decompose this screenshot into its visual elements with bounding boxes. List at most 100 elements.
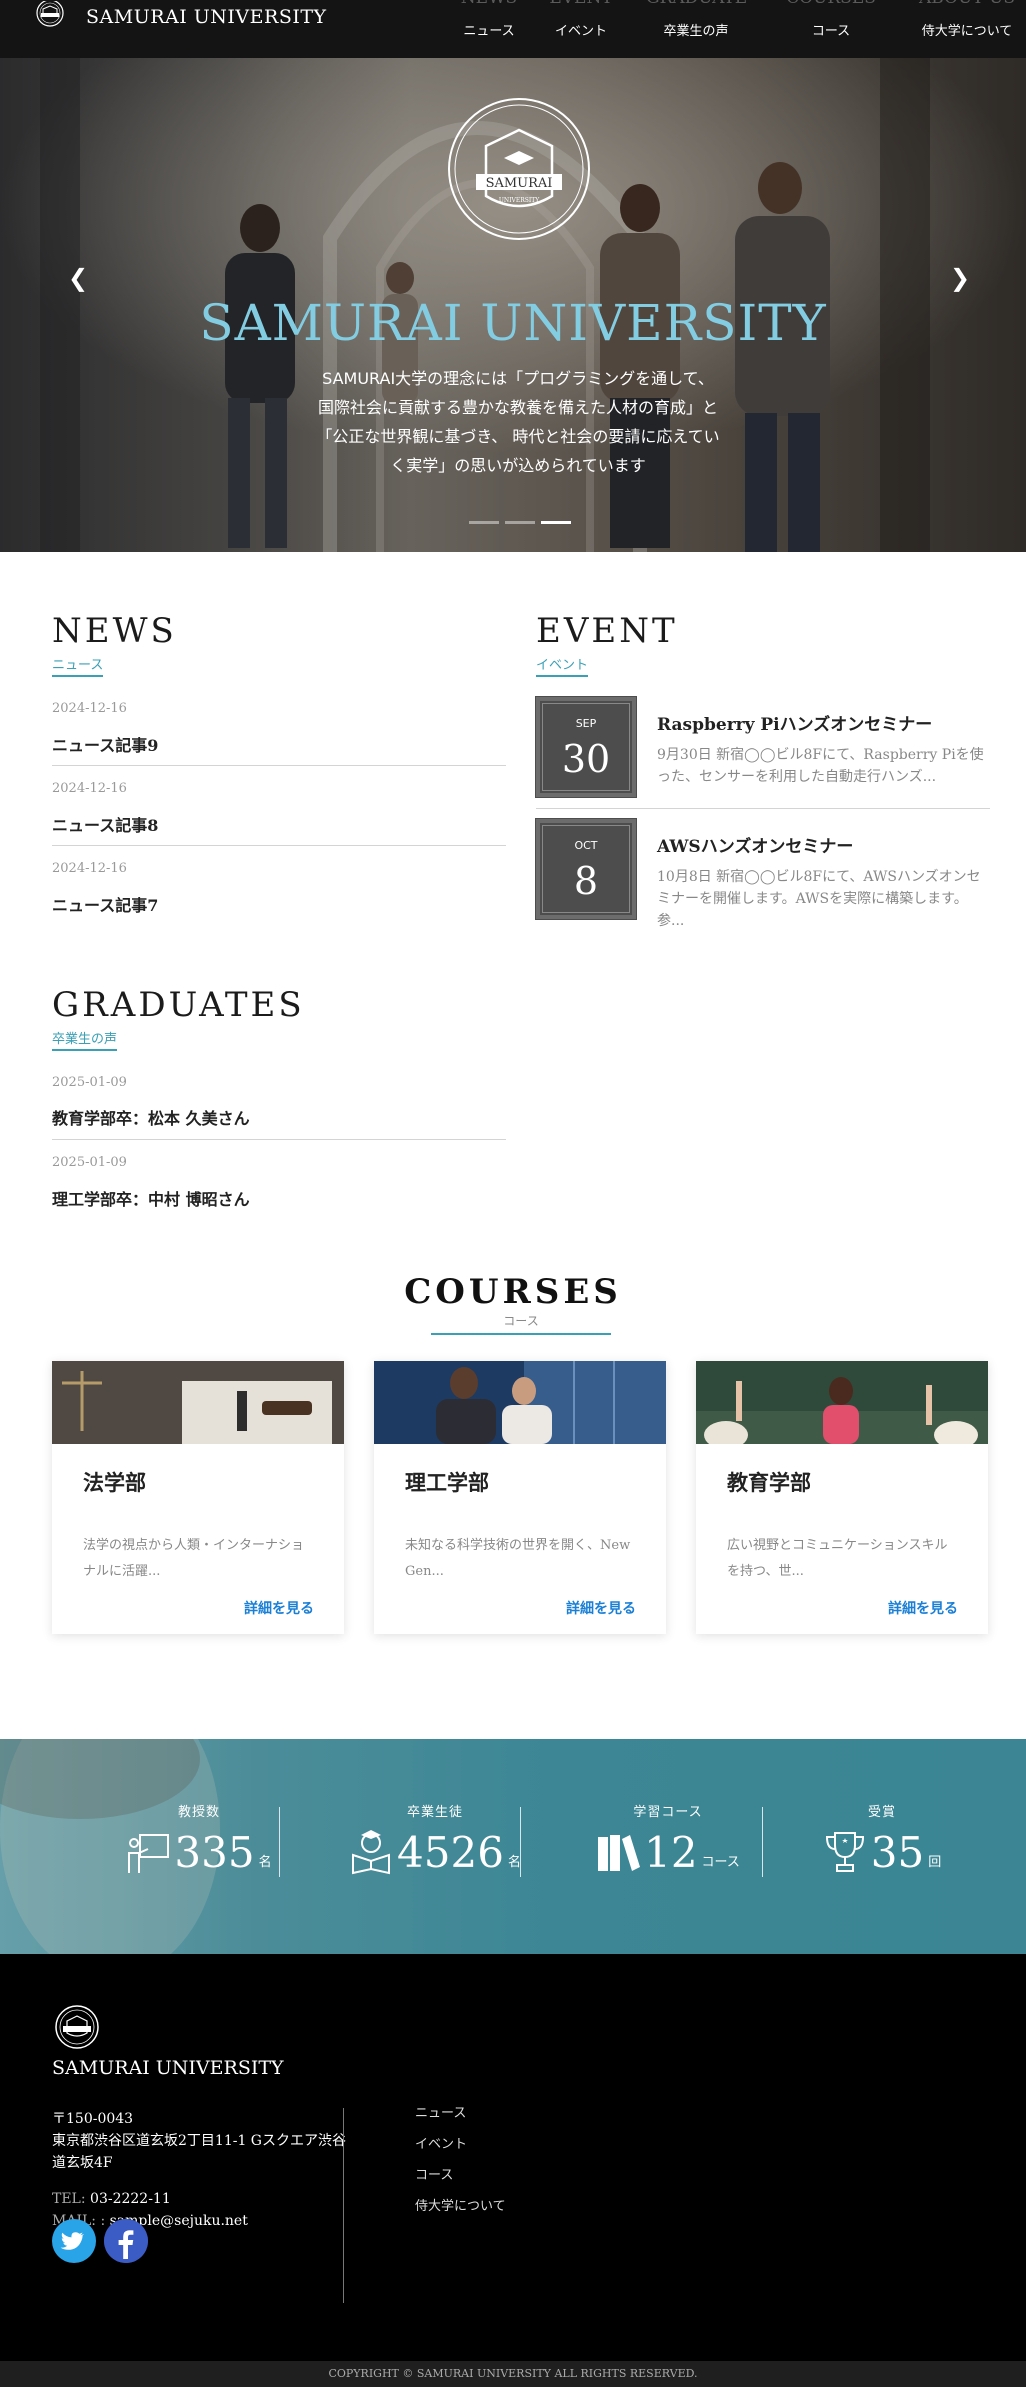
nav-event-en: EVENT: [546, 0, 616, 8]
university-emblem-icon: SAMURAI UNIVERSITY: [448, 98, 590, 240]
footer-link-about[interactable]: 侍大学について: [415, 2195, 506, 2214]
course-card-law[interactable]: 法学部 法学の視点から人類・インターナショナルに活躍... 詳細を見る: [52, 1361, 344, 1634]
copyright: COPYRIGHT © SAMURAI UNIVERSITY ALL RIGHT…: [0, 2361, 1026, 2387]
nav-event-ja: イベント: [554, 24, 607, 39]
stat-divider: [520, 1807, 521, 1877]
stat-label: 受賞: [867, 1805, 896, 1820]
emblem-text: SAMURAI: [486, 176, 553, 191]
stat-number: 35: [870, 1828, 925, 1877]
engineering-course-image: [374, 1361, 666, 1444]
event-item-link[interactable]: Raspberry Piハンズオンセミナー: [657, 710, 932, 735]
tel-label: TEL:: [52, 2191, 86, 2207]
course-description: 未知なる科学技術の世界を開く、New Gen...: [405, 1538, 631, 1579]
course-title: 理工学部: [405, 1470, 489, 1495]
course-card-engineering[interactable]: 理工学部 未知なる科学技術の世界を開く、New Gen... 詳細を見る: [374, 1361, 666, 1634]
postal-code: 〒150-0043: [52, 2111, 134, 2127]
nav-graduates[interactable]: GRADUATES 卒業生の声: [646, 0, 746, 58]
event-description: 9月30日 新宿◯◯ビル8Fにて、Raspberry Piを使った、センサーを利…: [657, 747, 984, 785]
facebook-icon: [104, 2219, 148, 2263]
twitter-button[interactable]: [52, 2219, 96, 2263]
next-slide-icon[interactable]: ❯: [950, 264, 970, 292]
stat-value-row: 12 コース: [558, 1829, 778, 1875]
course-details-link[interactable]: 詳細を見る: [566, 1598, 636, 1618]
stat-divider: [762, 1807, 763, 1877]
stat-label: 卒業生徒: [406, 1805, 463, 1820]
news-title: NEWS: [52, 611, 177, 651]
tel-value[interactable]: 03-2222-11: [90, 2191, 171, 2207]
event-date-badge: SEP 30: [535, 696, 637, 798]
hero-line: 「公正な世界観に基づき、 時代と社会の要請に応えてい: [316, 427, 720, 446]
stat-label: 教授数: [177, 1805, 220, 1820]
event-date-badge: OCT 8: [535, 818, 637, 920]
stat-label: 学習コース: [633, 1805, 703, 1820]
nav-news[interactable]: NEWS ニュース: [454, 0, 524, 58]
books-icon: [598, 1835, 641, 1871]
nav-about[interactable]: ABOUT US 侍大学について: [914, 0, 1020, 58]
stat-professors: 教授数 335 名: [89, 1739, 309, 1954]
nav-about-en: ABOUT US: [914, 0, 1020, 8]
courses-title: COURSES: [404, 1272, 622, 1312]
stat-number: 4526: [397, 1828, 504, 1877]
nav-about-ja: 侍大学について: [921, 24, 1013, 39]
news-date: 2024-12-16: [52, 861, 127, 876]
education-course-image: [696, 1361, 988, 1444]
slide-indicator-1[interactable]: [469, 521, 499, 524]
event-description: 10月8日 新宿◯◯ビル8Fにて、AWSハンズオンセミナーを開催します。AWSを…: [657, 869, 981, 929]
nav-graduates-en: GRADUATES: [646, 0, 746, 8]
nav-news-ja: ニュース: [463, 24, 515, 39]
footer-link-event[interactable]: イベント: [415, 2133, 467, 2152]
stats-band: 教授数 335 名 卒業生徒 4526 名 学習コース 12 コース 受賞 35…: [0, 1739, 1026, 1954]
stat-courses: 学習コース 12 コース: [558, 1739, 778, 1954]
footer-address: 〒150-0043 東京都渋谷区道玄坂2丁目11-1 Gスクエア渋谷道玄坂4F: [52, 2108, 352, 2174]
course-description: 法学の視点から人類・インターナショナルに活躍...: [83, 1538, 305, 1579]
course-details-link[interactable]: 詳細を見る: [244, 1598, 314, 1618]
prev-slide-icon[interactable]: ❮: [68, 264, 88, 292]
footer-link-news[interactable]: ニュース: [415, 2102, 466, 2121]
news-item-link[interactable]: ニュース記事9: [52, 732, 158, 756]
course-title: 教育学部: [727, 1470, 811, 1495]
divider: [52, 1139, 506, 1140]
slide-indicator-2[interactable]: [505, 521, 535, 524]
nav-courses-ja: コース: [811, 24, 851, 39]
facebook-button[interactable]: [104, 2219, 148, 2263]
site-header: SAMURAI UNIVERSITY NEWS ニュース EVENT イベント …: [0, 0, 1026, 58]
slide-indicator-3[interactable]: [541, 521, 571, 524]
course-description: 広い視野とコミュニケーションスキルを持つ、世...: [727, 1538, 948, 1579]
event-day: 8: [573, 859, 599, 903]
university-logo-icon: [36, 1, 64, 27]
news-date: 2024-12-16: [52, 701, 127, 716]
nav-event[interactable]: EVENT イベント: [546, 0, 616, 58]
street-address: 東京都渋谷区道玄坂2丁目11-1 Gスクエア渋谷道玄坂4F: [52, 2133, 346, 2171]
divider: [52, 845, 506, 846]
stat-value-row: 4526 名: [325, 1829, 545, 1875]
graduate-item-link[interactable]: 理工学部卒：中村 博昭さん: [52, 1186, 250, 1210]
hero-line: 国際社会に貢献する豊かな教養を備えた人材の育成」と: [317, 398, 718, 417]
event-month: SEP: [575, 717, 597, 730]
stat-unit: コース: [701, 1855, 740, 1870]
footer-divider: [343, 2108, 344, 2303]
footer-link-courses[interactable]: コース: [415, 2164, 453, 2183]
course-card-education[interactable]: 教育学部 広い視野とコミュニケーションスキルを持つ、世... 詳細を見る: [696, 1361, 988, 1634]
stat-awards: 受賞 35 回: [772, 1739, 992, 1954]
news-item-link[interactable]: ニュース記事7: [52, 892, 158, 916]
news-item-link[interactable]: ニュース記事8: [52, 812, 158, 836]
stat-unit: 名: [258, 1855, 272, 1870]
nav-graduates-ja: 卒業生の声: [663, 24, 729, 39]
graduates-title: GRADUATES: [52, 985, 305, 1025]
brand[interactable]: SAMURAI UNIVERSITY: [28, 1, 327, 33]
graduates-subtitle: 卒業生の声: [52, 1028, 118, 1051]
graduate-reading-icon: [352, 1830, 391, 1875]
graduate-item-link[interactable]: 教育学部卒：松本 久美さん: [52, 1105, 250, 1129]
event-item-link[interactable]: AWSハンズオンセミナー: [657, 832, 853, 857]
course-details-link[interactable]: 詳細を見る: [888, 1598, 958, 1618]
footer-tel: TEL: 03-2222-11: [52, 2191, 171, 2207]
hero-line: SAMURAI大学の理念には「プログラミングを通して、: [322, 369, 714, 388]
nav-courses[interactable]: COURSES コース: [786, 0, 876, 58]
stat-unit: 回: [928, 1855, 942, 1870]
stat-unit: 名: [507, 1855, 521, 1870]
site-footer: SAMURAI UNIVERSITY 〒150-0043 東京都渋谷区道玄坂2丁…: [0, 1954, 1026, 2361]
stat-value-row: 335 名: [89, 1829, 309, 1875]
twitter-icon: [60, 2232, 84, 2250]
news-subtitle: ニュース: [52, 654, 104, 677]
graduate-date: 2025-01-09: [52, 1155, 127, 1170]
